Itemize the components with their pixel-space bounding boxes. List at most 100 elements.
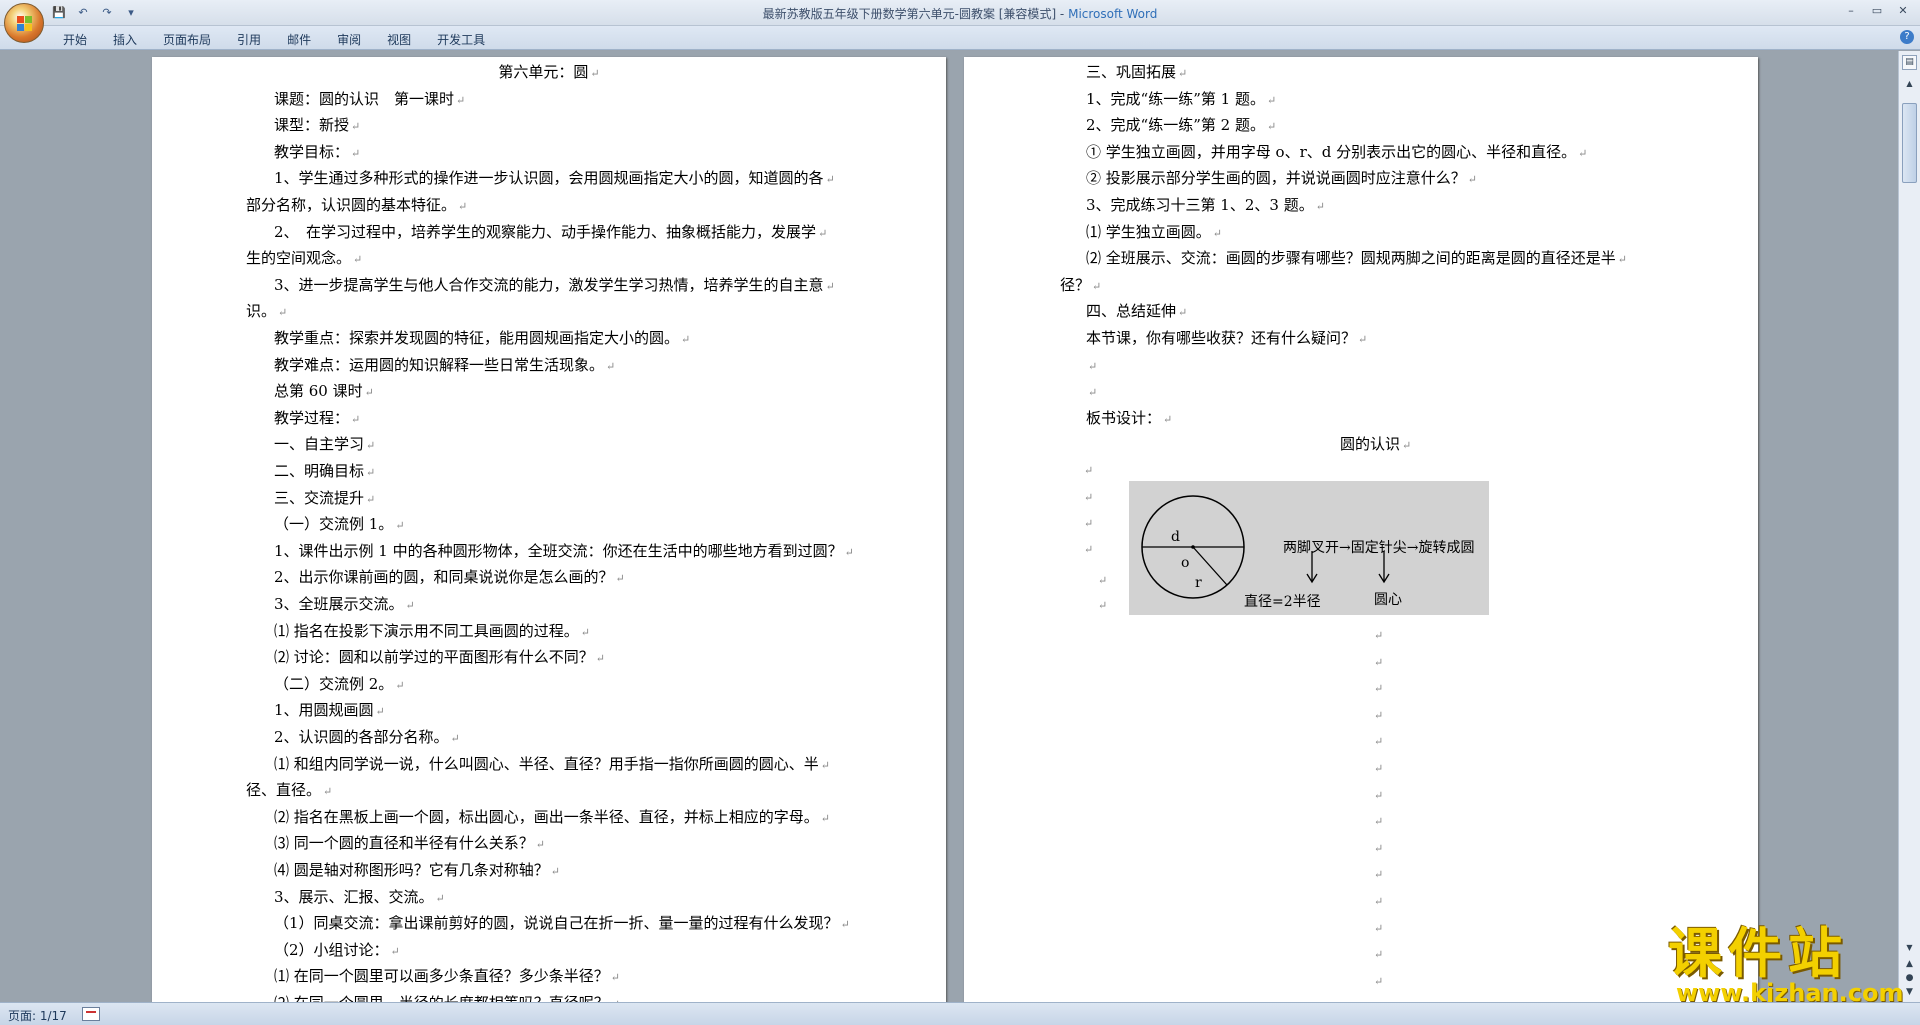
paragraph-mark-icon: ↵: [351, 146, 361, 160]
document-page-1[interactable]: 第六单元：圆 ↵ 课题：圆的认识 第一课时 ↵ 课型：新授 ↵ 教学目标： ↵ 1、学生通过多种…: [152, 57, 946, 1002]
paragraph-line[interactable]: 1、学生通过多种形式的操作进一步认识圆，会用圆规画指定大小的圆，知道圆的各 ↵: [274, 169, 835, 189]
paragraph-mark-icon: ↵: [366, 492, 376, 506]
paragraph-mark-icon: ↵: [1374, 921, 1384, 935]
close-button[interactable]: ✕: [1890, 2, 1916, 18]
paragraph-line[interactable]: 三、交流提升 ↵: [274, 489, 375, 509]
app-name: Microsoft Word: [1068, 7, 1158, 21]
paragraph-mark-icon: ↵: [580, 625, 590, 639]
paragraph-line[interactable]: 二、明确目标 ↵: [274, 462, 375, 482]
select-browse-object-icon[interactable]: ●: [1903, 973, 1916, 986]
paragraph-line[interactable]: 识。 ↵: [246, 302, 287, 322]
tab-developer[interactable]: 开发工具: [424, 29, 498, 50]
minimize-button[interactable]: –: [1838, 2, 1864, 18]
document-page-2[interactable]: d o r 两脚叉开→固定针尖→旋转成圆 直径=2半径 圆心 三、巩固拓展 ↵ 1、…: [964, 57, 1758, 1002]
paragraph-mark-icon: ↵: [1178, 67, 1188, 80]
paragraph-line[interactable]: 1、课件出示例 1 中的各种圆形物体，全班交流：你还在生活中的哪些地方看到过圆？…: [274, 542, 854, 562]
help-icon[interactable]: ?: [1900, 30, 1914, 44]
paragraph-mark-icon: ↵: [1084, 543, 1094, 556]
paragraph-line[interactable]: 本节课，你有哪些收获？还有什么疑问？ ↵: [1086, 329, 1367, 349]
tab-view[interactable]: 视图: [374, 29, 424, 50]
tab-mailings[interactable]: 邮件: [274, 29, 324, 50]
paragraph-line[interactable]: （2）小组讨论： ↵: [274, 941, 400, 961]
next-page-icon[interactable]: ▼: [1903, 987, 1916, 1000]
paragraph-line[interactable]: ① 学生独立画圆，并用字母 o、r、d 分别表示出它的圆心、半径和直径。 ↵: [1086, 143, 1587, 163]
paragraph-line[interactable]: 3、展示、汇报、交流。 ↵: [274, 888, 445, 908]
paragraph-line[interactable]: 1、用圆规画圆 ↵: [274, 701, 385, 721]
paragraph-line[interactable]: ⑵ 全班展示、交流：画圆的步骤有哪些？圆规两脚之间的距离是圆的直径还是半 ↵: [1086, 249, 1627, 269]
paragraph-line[interactable]: 课型：新授 ↵: [274, 116, 360, 136]
page-count-status[interactable]: 页面: 1/17: [8, 1007, 67, 1024]
restore-button[interactable]: ▭: [1864, 2, 1890, 18]
paragraph-line[interactable]: 总第 60 课时 ↵: [274, 382, 374, 402]
paragraph-mark-icon: ↵: [1402, 439, 1412, 453]
paragraph-line[interactable]: 板书设计： ↵: [1086, 409, 1172, 429]
paragraph-line[interactable]: 教学难点：运用圆的知识解释一些日常生活现象。 ↵: [274, 356, 615, 376]
office-button[interactable]: [4, 3, 44, 43]
paragraph-text: 四、总结延伸: [1086, 302, 1177, 321]
paragraph-mark-icon: ↵: [1374, 868, 1384, 882]
paragraph-line[interactable]: ⑵ 指名在黑板上画一个圆，标出圆心，画出一条半径、直径，并标上相应的字母。 ↵: [274, 808, 830, 828]
paragraph-line[interactable]: 径？ ↵: [1060, 276, 1101, 296]
paragraph-text: 教学重点：探索并发现圆的特征，能用圆规画指定大小的圆。: [274, 329, 680, 347]
paragraph-mark-icon: ↵: [820, 758, 830, 772]
paragraph-line[interactable]: （二）交流例 2。 ↵: [274, 675, 405, 695]
paragraph-line[interactable]: ⑶ 同一个圆的直径和半径有什么关系？ ↵: [274, 834, 545, 854]
tab-home[interactable]: 开始: [50, 29, 100, 50]
paragraph-line[interactable]: 三、巩固拓展 ↵: [1086, 63, 1187, 83]
scroll-down-icon[interactable]: ▼: [1902, 943, 1917, 957]
ribbon: 开始 插入 页面布局 引用 邮件 审阅 视图 开发工具 ?: [0, 26, 1920, 50]
paragraph-line[interactable]: 部分名称，认识圆的基本特征。 ↵: [246, 196, 467, 216]
paragraph-line[interactable]: 2、完成“练一练”第 2 题。 ↵: [1086, 116, 1276, 136]
paragraph-line[interactable]: 圆的认识 ↵: [1340, 435, 1411, 455]
scroll-up-icon[interactable]: ▲: [1902, 79, 1917, 93]
paragraph-line[interactable]: 2、 在学习过程中，培养学生的观察能力、动手操作能力、抽象概括能力，发展学 ↵: [274, 223, 827, 243]
paragraph-line[interactable]: ↵: [1086, 382, 1097, 402]
paragraph-line[interactable]: ⑴ 指名在投影下演示用不同工具画圆的过程。 ↵: [274, 622, 590, 642]
paragraph-line[interactable]: ⑵ 讨论：圆和以前学过的平面图形有什么不同？ ↵: [274, 648, 605, 668]
paragraph-text: ⑴ 在同一个圆里可以画多少条直径？多少条半径？: [274, 967, 609, 986]
tab-insert[interactable]: 插入: [100, 29, 150, 50]
paragraph-line[interactable]: 3、进一步提高学生与他人合作交流的能力，激发学生学习热情，培养学生的自主意 ↵: [274, 276, 835, 296]
scroll-thumb[interactable]: [1902, 103, 1917, 183]
paragraph-mark-icon: ↵: [1374, 788, 1384, 802]
paragraph-line[interactable]: 教学目标： ↵: [274, 143, 360, 163]
paragraph-line[interactable]: ↵: [1086, 356, 1097, 376]
paragraph-line[interactable]: （一）交流例 1。 ↵: [274, 515, 405, 535]
paragraph-line[interactable]: ② 投影展示部分学生画的圆，并说说画圆时应注意什么？ ↵: [1086, 169, 1477, 189]
paragraph-mark-icon: ↵: [1578, 146, 1588, 160]
paragraph-line[interactable]: 课题：圆的认识 第一课时 ↵: [274, 90, 465, 110]
paragraph-line[interactable]: ⑴ 和组内同学说一说，什么叫圆心、半径、直径？用手指一指你所画圆的圆心、半 ↵: [274, 755, 830, 775]
paragraph-line[interactable]: 四、总结延伸 ↵: [1086, 302, 1187, 322]
paragraph-line[interactable]: 1、完成“练一练”第 1 题。 ↵: [1086, 90, 1276, 110]
document-workspace[interactable]: 第六单元：圆 ↵ 课题：圆的认识 第一课时 ↵ 课型：新授 ↵ 教学目标： ↵ 1、学生通过多种…: [0, 51, 1898, 1002]
paragraph-line[interactable]: 径、直径。 ↵: [246, 781, 332, 801]
tab-review[interactable]: 审阅: [324, 29, 374, 50]
paragraph-line[interactable]: 2、出示你课前画的圆，和同桌说说你是怎么画的？ ↵: [274, 568, 625, 588]
tab-page-layout[interactable]: 页面布局: [150, 29, 224, 50]
paragraph-mark-icon: ↵: [825, 279, 835, 293]
paragraph-line[interactable]: （1）同桌交流：拿出课前剪好的圆，说说自己在折一折、量一量的过程有什么发现？ ↵: [274, 914, 850, 934]
ruler-toggle-icon[interactable]: ▤: [1902, 55, 1917, 70]
paragraph-line[interactable]: ⑴ 学生独立画圆。 ↵: [1086, 223, 1222, 243]
paragraph-line[interactable]: ⑷ 圆是轴对称图形吗？它有几条对称轴？ ↵: [274, 861, 560, 881]
paragraph-line[interactable]: 教学重点：探索并发现圆的特征，能用圆规画指定大小的圆。 ↵: [274, 329, 690, 349]
paragraph-line[interactable]: ⑴ 在同一个圆里可以画多少条直径？多少条半径？ ↵: [274, 967, 620, 987]
paragraph-text: 2、出示你课前画的圆，和同桌说说你是怎么画的？: [274, 568, 614, 587]
paragraph-line[interactable]: ⑵ 在同一个圆里，半径的长度都相等吗？直径呢？↵: [274, 994, 620, 1002]
proofing-status-icon[interactable]: [82, 1007, 100, 1021]
paragraph-line[interactable]: 教学过程： ↵: [274, 409, 360, 429]
paragraph-text: 第六单元：圆: [498, 63, 589, 81]
paragraph-mark-icon: ↵: [840, 918, 850, 932]
vertical-scrollbar[interactable]: ▤ ▲ ▼ ▲ ● ▼: [1898, 51, 1920, 1002]
paragraph-line[interactable]: 生的空间观念。 ↵: [246, 249, 362, 269]
paragraph-line[interactable]: 第六单元：圆 ↵: [152, 63, 946, 83]
paragraph-line[interactable]: 3、完成练习十三第 1、2、3 题。 ↵: [1086, 196, 1325, 216]
previous-page-icon[interactable]: ▲: [1903, 959, 1916, 972]
paragraph-line[interactable]: 2、认识圆的各部分名称。 ↵: [274, 728, 460, 748]
paragraph-text: ⑷ 圆是轴对称图形吗？它有几条对称轴？: [274, 861, 549, 879]
paragraph-text: ⑴ 学生独立画圆。: [1086, 222, 1211, 241]
paragraph-line[interactable]: 3、全班展示交流。 ↵: [274, 595, 415, 615]
paragraph-text: 3、展示、汇报、交流。: [274, 887, 434, 906]
tab-references[interactable]: 引用: [224, 29, 274, 50]
paragraph-line[interactable]: 一、自主学习 ↵: [274, 435, 375, 455]
